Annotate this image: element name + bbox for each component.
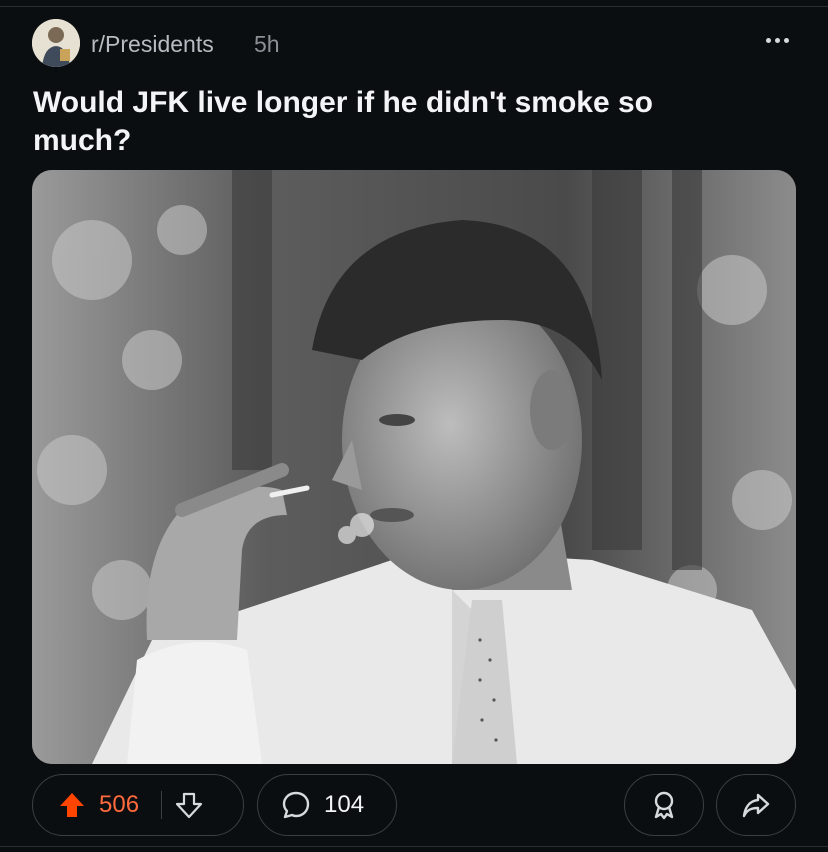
post-title[interactable]: Would JFK live longer if he didn't smoke… <box>33 84 733 160</box>
post-image[interactable] <box>32 170 796 764</box>
comment-count: 104 <box>324 791 365 818</box>
score-count: 506 <box>99 791 140 818</box>
more-options-button[interactable] <box>760 23 794 57</box>
comments-button[interactable]: 104 <box>257 774 397 836</box>
award-icon <box>654 791 674 820</box>
comment-bubble-icon <box>282 791 310 819</box>
share-button[interactable] <box>716 774 796 836</box>
more-horizontal-icon <box>765 37 771 43</box>
top-divider <box>0 6 828 7</box>
vote-divider <box>161 791 163 819</box>
subreddit-avatar-image <box>32 19 80 67</box>
downvote-arrow-icon[interactable] <box>174 790 204 820</box>
post-age: 5h <box>254 31 280 57</box>
subreddit-name[interactable]: r/Presidents <box>91 31 214 58</box>
award-button[interactable] <box>624 774 704 836</box>
bottom-divider <box>0 846 828 847</box>
subreddit-avatar[interactable] <box>32 19 80 67</box>
vote-bar: 506 <box>32 774 244 836</box>
share-arrow-icon <box>742 793 770 818</box>
post-image-photo <box>32 170 796 764</box>
upvote-arrow-icon[interactable] <box>57 790 87 820</box>
post-header: r/Presidents 5h <box>32 19 796 69</box>
